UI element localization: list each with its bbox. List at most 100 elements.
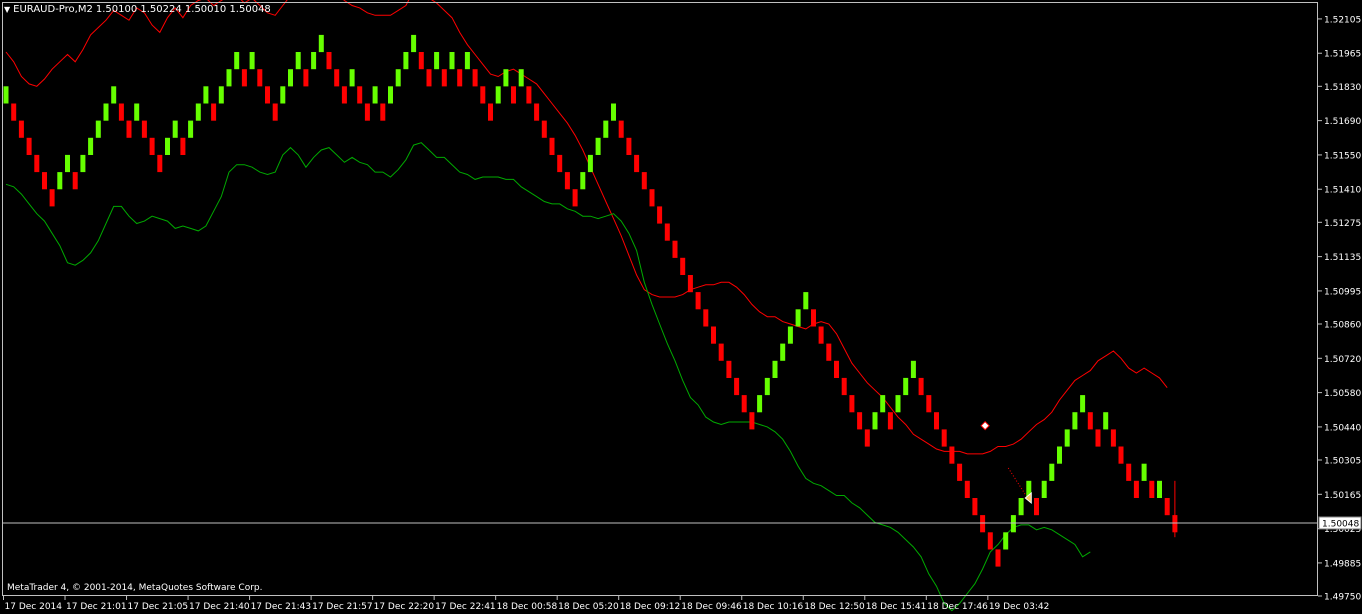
renko-bar [480,86,486,104]
renko-bar [1118,446,1124,464]
renko-bar [1087,412,1093,430]
price-tick-label: 1.51690 [1324,117,1361,127]
renko-bar [595,137,601,155]
triangle-down-icon[interactable]: ▼ [4,4,10,16]
time-tick-label: 17 Dec 21:40 [189,602,250,612]
renko-bar [972,498,978,516]
price-tick-label: 1.50580 [1324,389,1361,399]
markers-layer [980,420,1032,505]
renko-bar [395,69,401,87]
renko-bar [534,103,540,121]
renko-bar [518,69,524,87]
renko-bar [764,377,770,396]
price-tick-label: 1.50720 [1324,355,1361,365]
renko-bar [265,86,270,104]
renko-bar [818,326,824,344]
renko-bar [711,326,716,344]
renko-bar [557,154,563,173]
renko-bar [795,309,801,327]
renko-bar [449,52,455,70]
renko-bar [926,395,932,413]
renko-bar [326,52,332,70]
renko-bar [411,34,417,53]
renko-chart[interactable]: 1.52105 1.51965 1.51830 1.51690 1.51550 1.514… [0,0,1362,614]
renko-bar [957,463,963,481]
renko-bar [457,69,463,87]
price-tick-label: 1.51410 [1324,186,1361,196]
renko-bar [472,69,478,87]
renko-bar [987,532,993,550]
time-tick-label: 17 Dec 21:57 [312,602,373,612]
renko-bar [426,69,432,87]
chart-window[interactable]: 1.52105 1.51965 1.51830 1.51690 1.51550 1.514… [0,0,1362,614]
renko-bar [734,377,740,396]
renko-bar [749,412,755,430]
renko-bar [880,395,886,413]
renko-bar [995,549,1001,567]
time-tick-label: 18 Dec 09:46 [681,602,742,612]
renko-bar [841,377,847,396]
renko-bar [1126,463,1132,481]
renko-bar [495,86,501,104]
renko-bar [687,275,693,293]
renko-bar [1049,463,1055,481]
renko-bar [741,395,747,413]
renko-bar [349,69,355,87]
renko-bar [441,69,447,87]
renko-bar [241,69,247,87]
time-tick-label: 18 Dec 12:50 [804,602,865,612]
renko-bar [149,137,155,155]
trade-marker-icon [980,420,990,431]
renko-bar [949,446,955,464]
price-tick-label: 1.51550 [1324,151,1361,161]
renko-bar [280,86,286,104]
renko-bar [334,69,340,87]
renko-bar [626,137,632,155]
renko-bar [118,103,124,121]
renko-bar [11,103,17,121]
renko-bar [218,86,224,104]
renko-bar [195,103,201,121]
renko-bar [834,360,839,378]
price-tick-label: 1.52105 [1324,15,1361,25]
renko-bar [864,429,870,447]
renko-bar [49,189,55,207]
time-tick-label: 18 Dec 00:58 [497,602,558,612]
time-tick-label: 17 Dec 22:20 [374,602,435,612]
renko-bar [803,292,809,310]
renko-bar [549,137,555,155]
time-tick-label: 17 Dec 21:01 [66,602,127,612]
lower-band-line [5,142,1091,612]
renko-bar [357,86,363,104]
renko-bar [172,120,178,138]
renko-bar [1164,498,1170,516]
trade-link-line [1007,467,1027,497]
renko-bar [18,120,24,138]
time-tick-label: 19 Dec 03:42 [989,602,1050,612]
renko-bar [464,52,470,70]
renko-bar [57,172,63,190]
renko-bar [234,52,240,70]
renko-bar [1057,446,1062,464]
price-tick-label: 1.51275 [1324,219,1361,229]
renko-bar [780,343,786,361]
price-tick-label: 1.51135 [1324,253,1361,263]
renko-bar [72,172,78,190]
renko-bar [380,103,386,121]
symbol-label: EURAUD-Pro,M2 [13,4,93,15]
renko-bar [541,120,547,138]
price-tick-label: 1.50440 [1324,423,1361,433]
time-tick-label: 17 Dec 2014 [5,602,63,612]
renko-bar [111,86,117,104]
renko-bar [418,52,424,70]
renko-bar [1103,412,1109,430]
bars-layer [3,34,1178,567]
time-tick-label: 18 Dec 09:12 [620,602,681,612]
renko-bar [918,377,924,396]
renko-bar [103,103,109,121]
renko-bar [88,137,94,155]
renko-bar [726,360,732,378]
renko-bar [272,103,278,121]
time-tick-label: 17 Dec 22:41 [435,602,496,612]
price-tick-label: 1.49750 [1324,593,1361,603]
